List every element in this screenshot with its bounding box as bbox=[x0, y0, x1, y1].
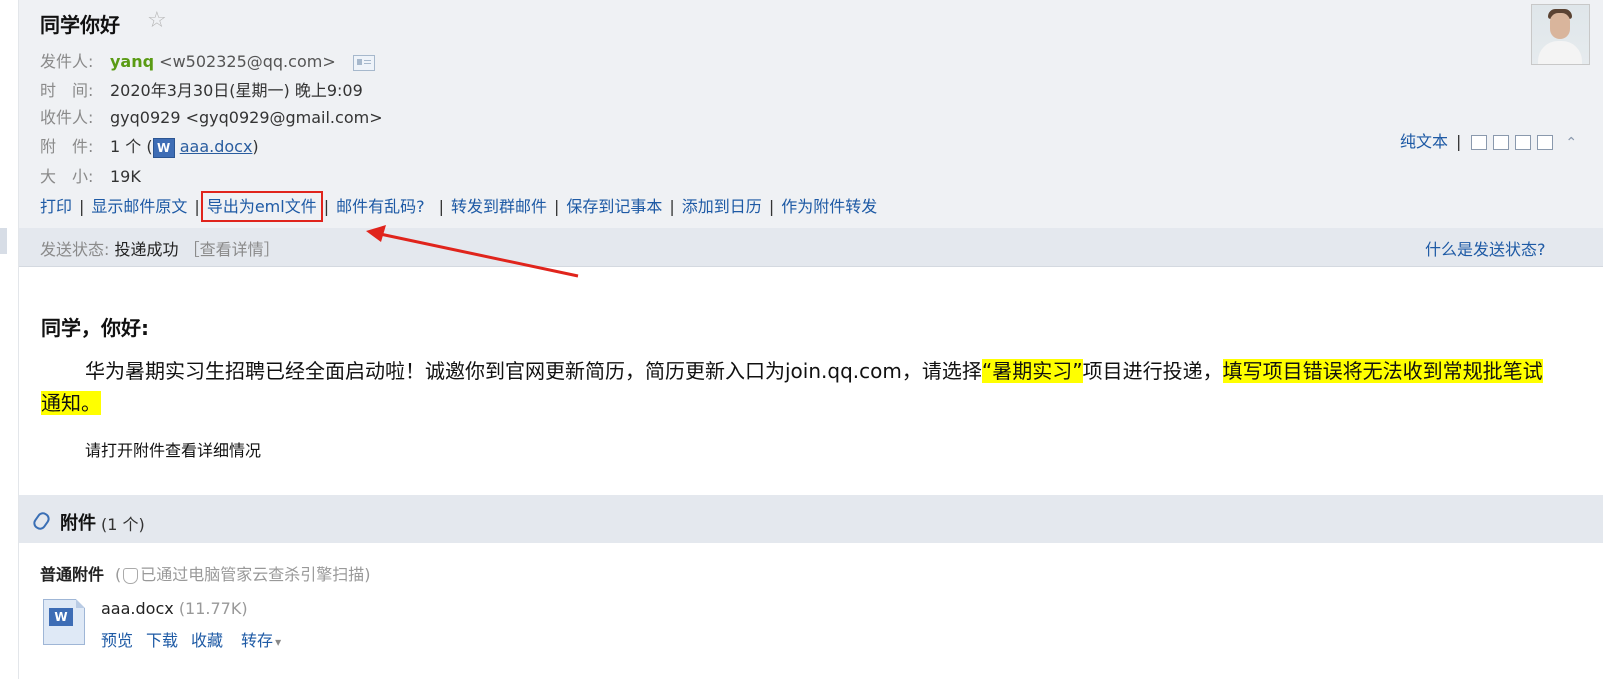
attach-label: 附 件: bbox=[40, 137, 94, 156]
mail-action-toolbar: 打印 | 显示邮件原文 | 导出为eml文件 | 邮件有乱码? | 转发到群邮件 | 保存到记事本 |… bbox=[40, 191, 877, 222]
attach-close: ) bbox=[252, 137, 259, 156]
time-value: 2020年3月30日(星期一) 晚上9:09 bbox=[110, 81, 363, 100]
forward-as-attachment-button[interactable]: 作为附件转发 bbox=[781, 197, 877, 216]
scan-status: ( 已通过电脑管家云查杀引擎扫描) bbox=[115, 561, 371, 585]
size-label: 大 小: bbox=[40, 167, 94, 186]
recipient[interactable]: gyq0929 <gyq0929@gmail.com> bbox=[110, 108, 383, 127]
chevron-down-icon[interactable]: ▾ bbox=[275, 635, 281, 649]
shield-icon bbox=[123, 567, 139, 584]
left-pane-marker bbox=[0, 228, 7, 254]
status-row: 发送状态: 投递成功 ［查看详情］ bbox=[40, 236, 280, 260]
status-help-link[interactable]: 什么是发送状态? bbox=[1425, 236, 1546, 260]
note-icon[interactable] bbox=[1493, 135, 1510, 150]
attachments-section: 附件 (1 个) 普通附件 ( 已通过电脑管家云查杀引擎扫描) W aaa.doc… bbox=[19, 495, 1603, 679]
contact-card-icon[interactable] bbox=[352, 54, 375, 71]
mail-header: 同学你好 ☆ 发件人: yanq <w502325@qq.com> 时 间: 202… bbox=[19, 0, 1603, 228]
garbled-text-button[interactable]: 邮件有乱码? bbox=[336, 197, 425, 216]
toolbar-separator: | bbox=[669, 197, 675, 216]
delivery-status-bar: 发送状态: 投递成功 ［查看详情］ 什么是发送状态? bbox=[19, 228, 1603, 267]
attachments-header: 附件 (1 个) bbox=[19, 495, 1603, 543]
body-highlight-1: “暑期实习” bbox=[981, 359, 1083, 383]
toolbar-separator: | bbox=[194, 197, 200, 216]
doc-fold bbox=[76, 599, 85, 608]
print-button[interactable]: 打印 bbox=[40, 197, 72, 216]
body-text-1: 华为暑期实习生招聘已经全面启动啦！诚邀你到官网更新简历，简历更新入口为join.… bbox=[85, 359, 982, 383]
toolbar-separator: | bbox=[438, 197, 444, 216]
attachment-row: 附 件: 1 个 (W aaa.docx) bbox=[40, 133, 259, 158]
body-greeting: 同学，你好: bbox=[41, 316, 149, 340]
tools-separator: | bbox=[1456, 132, 1462, 151]
star-icon[interactable]: ☆ bbox=[147, 8, 167, 33]
toolbar-separator: | bbox=[554, 197, 560, 216]
save-notes-button[interactable]: 保存到记事本 bbox=[566, 197, 662, 216]
to-label: 收件人: bbox=[40, 108, 94, 127]
word-glyph: W bbox=[49, 608, 73, 626]
status-detail-link[interactable]: ［查看详情］ bbox=[184, 240, 280, 259]
preview-button[interactable]: 预览 bbox=[101, 631, 133, 650]
from-row: 发件人: yanq <w502325@qq.com> bbox=[40, 48, 375, 72]
view-tools: 纯文本 | ⌃ bbox=[1400, 128, 1577, 152]
attachments-title: 附件 bbox=[60, 513, 96, 534]
word-doc-icon[interactable]: W bbox=[43, 599, 85, 645]
attachments-count: (1 个) bbox=[101, 515, 145, 534]
sender-address: <w502325@qq.com> bbox=[159, 52, 336, 71]
word-doc-icon: W bbox=[152, 137, 175, 158]
body-note: 请打开附件查看详细情况 bbox=[85, 441, 262, 460]
plain-text-button[interactable]: 纯文本 bbox=[1400, 132, 1448, 151]
save-icon[interactable] bbox=[1515, 135, 1532, 150]
mail-subject: 同学你好 bbox=[40, 13, 120, 37]
add-calendar-button[interactable]: 添加到日历 bbox=[682, 197, 762, 216]
download-button[interactable]: 下载 bbox=[146, 631, 178, 650]
status-value: 投递成功 bbox=[114, 240, 179, 259]
show-source-button[interactable]: 显示邮件原文 bbox=[91, 197, 187, 216]
avatar-face bbox=[1550, 13, 1570, 39]
to-row: 收件人: gyq0929 <gyq0929@gmail.com> bbox=[40, 104, 383, 128]
size-row: 大 小: 19K bbox=[40, 163, 141, 187]
scan-text: 已通过电脑管家云查杀引擎扫描) bbox=[140, 565, 371, 584]
status-label: 发送状态: bbox=[40, 240, 110, 259]
time-row: 时 间: 2020年3月30日(星期一) 晚上9:09 bbox=[40, 77, 363, 101]
new-window-icon[interactable] bbox=[1471, 135, 1488, 150]
attachment-actions: 预览 下载 收藏 转存 ▾ bbox=[101, 627, 281, 651]
forward-group-button[interactable]: 转发到群邮件 bbox=[451, 197, 547, 216]
mail-body: 同学，你好: 华为暑期实习生招聘已经全面启动啦！诚邀你到官网更新简历，简历更新入… bbox=[19, 267, 1603, 495]
attach-count: 1 个 ( bbox=[110, 137, 153, 156]
paperclip-icon bbox=[31, 509, 52, 533]
body-paragraph: 华为暑期实习生招聘已经全面启动啦！诚邀你到官网更新简历，简历更新入口为join.… bbox=[41, 355, 1561, 419]
toolbar-separator: | bbox=[323, 197, 330, 216]
left-pane-edge bbox=[0, 0, 19, 679]
export-eml-button[interactable]: 导出为eml文件 bbox=[200, 191, 323, 222]
time-label: 时 间: bbox=[40, 81, 94, 100]
favorite-button[interactable]: 收藏 bbox=[191, 631, 223, 650]
from-label: 发件人: bbox=[40, 52, 94, 71]
save-to-button[interactable]: 转存 bbox=[241, 631, 273, 650]
size-value: 19K bbox=[110, 167, 141, 186]
attachment-file-size: (11.77K) bbox=[178, 599, 248, 618]
print-icon[interactable] bbox=[1537, 135, 1554, 150]
attachment-kind: 普通附件 bbox=[40, 565, 105, 584]
toolbar-separator: | bbox=[768, 197, 775, 216]
collapse-icon[interactable]: ⌃ bbox=[1565, 135, 1577, 151]
attachment-file-name[interactable]: aaa.docx bbox=[101, 599, 174, 618]
attachment-file: aaa.docx (11.77K) bbox=[101, 599, 248, 618]
attachment-link[interactable]: aaa.docx bbox=[180, 137, 253, 156]
body-text-2: 项目进行投递， bbox=[1082, 359, 1223, 383]
scan-open: ( bbox=[115, 565, 122, 584]
sender-name[interactable]: yanq bbox=[110, 52, 154, 71]
avatar[interactable] bbox=[1531, 4, 1590, 65]
avatar-body bbox=[1538, 41, 1582, 64]
toolbar-separator: | bbox=[79, 197, 85, 216]
